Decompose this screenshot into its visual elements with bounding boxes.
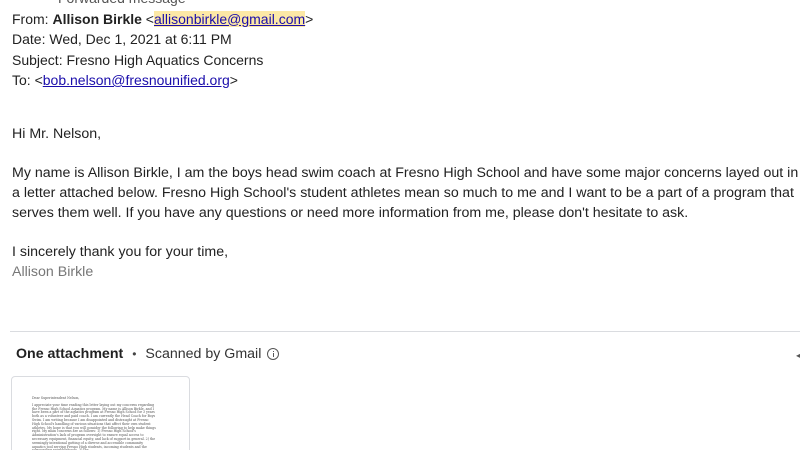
email-body: Hi Mr. Nelson, My name is Allison Birkle…	[12, 124, 800, 282]
document-preview: Dear Superintendent Nelson, I appreciate…	[32, 396, 157, 450]
sender-email-link[interactable]: allisonbirkle@gmail.com	[154, 10, 306, 27]
from-label: From:	[12, 10, 49, 27]
attachments-divider	[10, 331, 800, 332]
date-line: Date: Wed, Dec 1, 2021 at 6:11 PM	[12, 31, 232, 47]
greeting: Hi Mr. Nelson,	[12, 126, 102, 142]
info-icon[interactable]	[267, 348, 280, 360]
subject-line: Subject: Fresno High Aquatics Concerns	[12, 51, 264, 68]
sender-name: Allison Birkle	[52, 10, 142, 27]
to-line: To: <bob.nelson@fresnounified.org>	[12, 72, 238, 88]
attachments-header: One attachment • Scanned by Gmail	[16, 346, 280, 362]
forwarded-label: Forwarded message	[12, 0, 313, 9]
signature: Allison Birkle	[12, 264, 94, 280]
separator-dot: •	[132, 347, 137, 361]
attachment-thumbnail[interactable]: Dear Superintendent Nelson, I appreciate…	[11, 376, 190, 450]
body-paragraph: My name is Allison Birkle, I am the boys…	[12, 165, 799, 221]
preview-greeting: Dear Superintendent Nelson,	[32, 396, 80, 400]
download-all-icon[interactable]: ◂	[796, 348, 800, 362]
attachments-title: One attachment	[16, 346, 124, 362]
to-label: To:	[12, 72, 31, 88]
signoff: I sincerely thank you for your time,	[12, 244, 229, 260]
recipient-email-link[interactable]: bob.nelson@fresnounified.org	[43, 72, 230, 88]
preview-text: I appreciate your time reading this lett…	[32, 402, 156, 450]
from-line: From: Allison Birkle <allisonbirkle@gmai…	[12, 10, 314, 27]
scan-status: Scanned by Gmail	[145, 346, 262, 362]
email-header: Forwarded message From: Allison Birkle <…	[12, 0, 313, 91]
